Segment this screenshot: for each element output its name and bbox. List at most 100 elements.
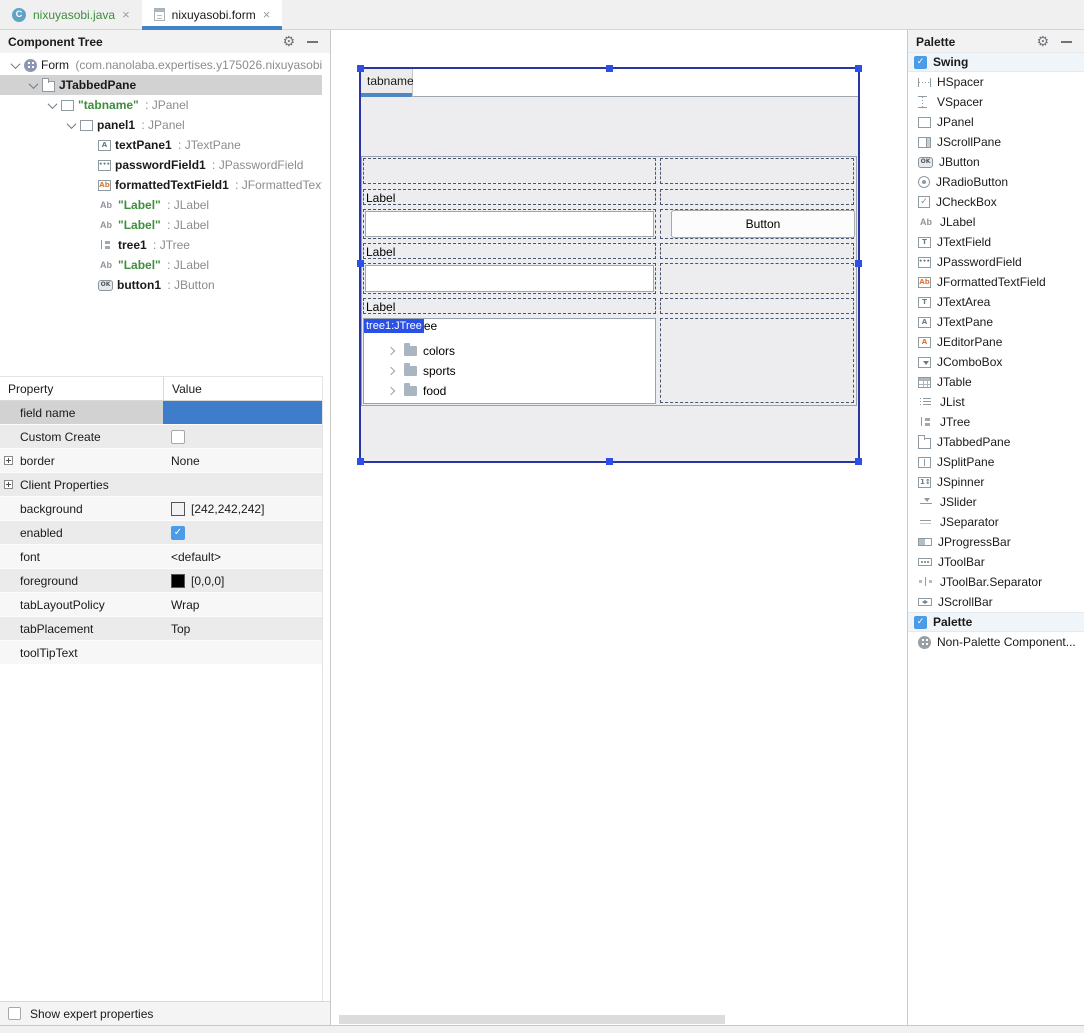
selection-handle[interactable] <box>606 458 613 465</box>
palette-item[interactable]: JFormattedTextField <box>908 272 1084 292</box>
palette-item[interactable]: Non-Palette Component... <box>908 632 1084 652</box>
checkbox[interactable] <box>171 429 185 444</box>
editor-tab-form[interactable]: nixuyasobi.form <box>141 0 283 30</box>
palette-item[interactable]: Palette <box>908 612 1084 632</box>
palette-item[interactable]: JSlider <box>908 492 1084 512</box>
chevron-right-icon[interactable] <box>388 388 398 394</box>
palette-item[interactable]: JTextPane <box>908 312 1084 332</box>
gear-icon[interactable] <box>282 35 295 49</box>
chevron-right-icon[interactable] <box>388 368 398 374</box>
component-tree-node[interactable]: panel1 : JPanel <box>0 115 322 135</box>
palette-item[interactable]: Swing <box>908 52 1084 72</box>
checkbox[interactable] <box>171 525 185 540</box>
selection-handle[interactable] <box>855 65 862 72</box>
jtree-root-node[interactable]: tree1:JTree ee <box>364 319 437 333</box>
component-tree-node[interactable]: JTabbedPane <box>0 75 322 95</box>
label-preview[interactable]: Label <box>363 189 656 205</box>
gear-icon[interactable] <box>1036 35 1049 49</box>
palette-item[interactable]: JButton <box>908 152 1084 172</box>
jtree-item[interactable]: colors <box>364 341 655 361</box>
property-value-cell[interactable] <box>163 401 322 424</box>
grid-cell[interactable] <box>660 318 854 403</box>
component-tree-node[interactable]: formattedTextField1 : JFormattedTextFiel… <box>0 175 322 195</box>
chevron-down-icon[interactable] <box>24 82 42 89</box>
label-preview[interactable]: Label <box>363 243 656 259</box>
property-row[interactable]: field name <box>0 401 322 425</box>
chevron-right-icon[interactable] <box>388 348 398 354</box>
palette-item[interactable]: JRadioButton <box>908 172 1084 192</box>
component-tree-node[interactable]: passwordField1 : JPasswordField <box>0 155 322 175</box>
palette-item[interactable]: JTree <box>908 412 1084 432</box>
chevron-down-icon[interactable] <box>6 62 24 69</box>
component-tree-node[interactable]: button1 : JButton <box>0 275 322 295</box>
palette-item[interactable]: JTextField <box>908 232 1084 252</box>
property-row[interactable]: font <default> <box>0 545 322 569</box>
grid-cell[interactable] <box>660 158 854 184</box>
hide-panel-icon[interactable] <box>307 40 318 43</box>
property-row[interactable]: enabled <box>0 521 322 545</box>
palette-item[interactable]: JComboBox <box>908 352 1084 372</box>
button-preview[interactable]: Button <box>671 210 855 238</box>
property-value-cell[interactable] <box>163 641 322 664</box>
selection-handle[interactable] <box>606 65 613 72</box>
palette-item[interactable]: JList <box>908 392 1084 412</box>
palette-item[interactable]: JTabbedPane <box>908 432 1084 452</box>
palette-item[interactable]: JCheckBox <box>908 192 1084 212</box>
property-row[interactable]: foreground [0,0,0] <box>0 569 322 593</box>
grid-cell[interactable] <box>660 189 854 205</box>
palette-item[interactable]: JTextArea <box>908 292 1084 312</box>
jtabbedpane-preview[interactable]: tabname Label Label Label Button tree1:J… <box>357 65 862 465</box>
component-tree-node[interactable]: "tabname" : JPanel <box>0 95 322 115</box>
horizontal-scrollbar[interactable] <box>339 1015 725 1024</box>
property-value-cell[interactable] <box>163 521 322 544</box>
component-tree-node[interactable]: textPane1 : JTextPane <box>0 135 322 155</box>
palette-item[interactable]: JProgressBar <box>908 532 1084 552</box>
property-row[interactable]: background [242,242,242] <box>0 497 322 521</box>
component-tree-node[interactable]: "Label" : JLabel <box>0 195 322 215</box>
palette-item[interactable]: JSpinner <box>908 472 1084 492</box>
property-row[interactable]: tabLayoutPolicy Wrap <box>0 593 322 617</box>
label-preview[interactable]: Label <box>363 298 656 314</box>
property-row[interactable]: border None <box>0 449 322 473</box>
property-row[interactable]: toolTipText <box>0 641 322 665</box>
group-checkbox[interactable] <box>914 55 927 69</box>
grid-cell[interactable] <box>660 298 854 314</box>
component-tree-node[interactable]: "Label" : JLabel <box>0 215 322 235</box>
property-value-cell[interactable]: Wrap <box>163 593 322 616</box>
passwordfield-preview[interactable] <box>365 265 654 292</box>
selection-handle[interactable] <box>855 260 862 267</box>
checkbox[interactable] <box>8 1007 21 1020</box>
palette-item[interactable]: JEditorPane <box>908 332 1084 352</box>
palette-item[interactable]: JPasswordField <box>908 252 1084 272</box>
palette-item[interactable]: HSpacer <box>908 72 1084 92</box>
chevron-down-icon[interactable] <box>43 102 61 109</box>
palette-item[interactable]: JToolBar.Separator <box>908 572 1084 592</box>
property-value-cell[interactable] <box>163 473 322 496</box>
expert-properties-toggle[interactable]: Show expert properties <box>0 1001 330 1025</box>
grid-cell[interactable] <box>363 158 656 184</box>
component-tree-node[interactable]: Form (com.nanolaba.expertises.y175026.ni… <box>0 55 322 75</box>
property-value-cell[interactable]: <default> <box>163 545 322 568</box>
editor-tab-java[interactable]: nixuyasobi.java <box>0 0 142 29</box>
selection-handle[interactable] <box>357 458 364 465</box>
hide-panel-icon[interactable] <box>1061 40 1072 43</box>
jtree-preview[interactable]: tree1:JTree ee colors sports food <box>363 318 656 404</box>
designer-tab[interactable]: tabname <box>361 69 414 97</box>
property-value-cell[interactable]: [242,242,242] <box>163 497 322 520</box>
property-row[interactable]: Custom Create <box>0 425 322 449</box>
selection-handle[interactable] <box>357 260 364 267</box>
property-row[interactable]: Client Properties <box>0 473 322 497</box>
property-value-cell[interactable]: [0,0,0] <box>163 569 322 592</box>
form-designer-canvas[interactable]: tabname Label Label Label Button tree1:J… <box>331 30 908 1025</box>
expand-icon[interactable] <box>4 456 13 465</box>
close-tab-icon[interactable] <box>122 8 130 21</box>
selection-handle[interactable] <box>855 458 862 465</box>
jtree-item[interactable]: food <box>364 381 655 401</box>
property-value-cell[interactable] <box>163 425 322 448</box>
jtree-item[interactable]: sports <box>364 361 655 381</box>
panel1-grid[interactable]: Label Label Label Button tree1:JTree ee … <box>361 156 857 406</box>
palette-item[interactable]: JScrollBar <box>908 592 1084 612</box>
palette-item[interactable]: VSpacer <box>908 92 1084 112</box>
designer-tab-content[interactable]: Label Label Label Button tree1:JTree ee … <box>361 97 858 461</box>
palette-item[interactable]: JLabel <box>908 212 1084 232</box>
